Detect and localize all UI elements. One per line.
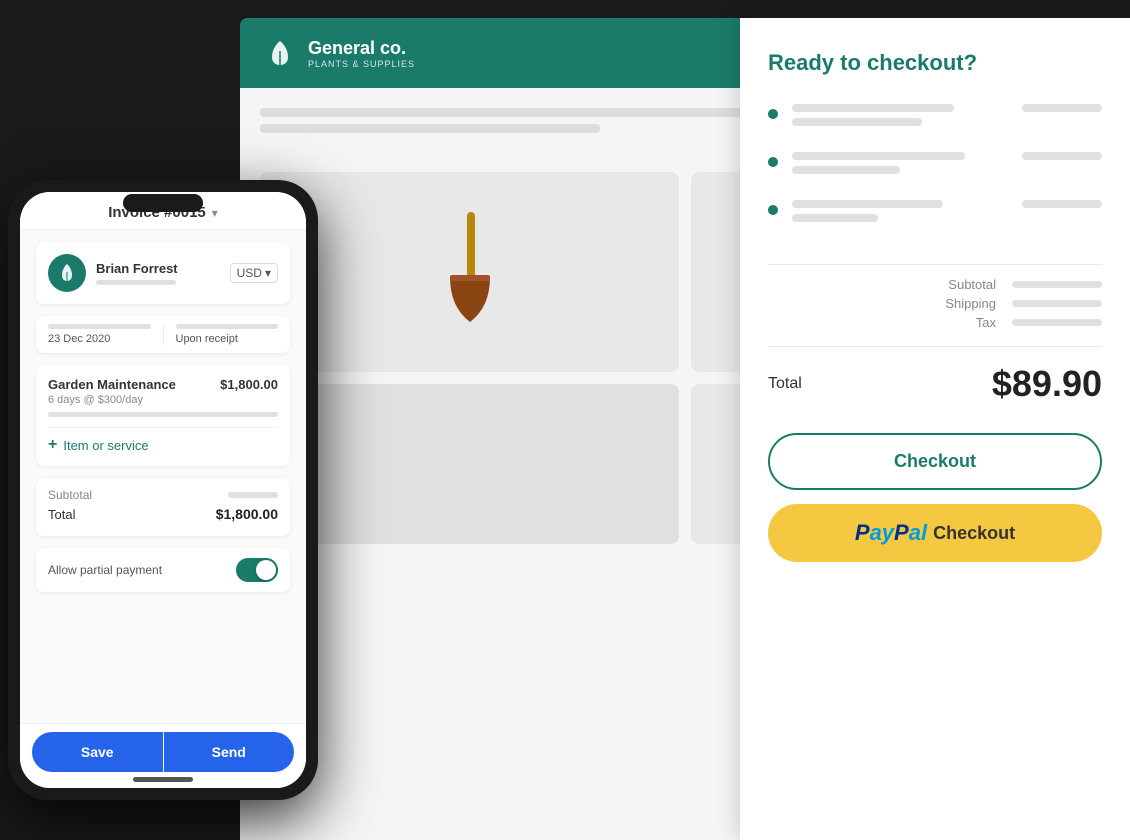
shipping-row: Shipping [945,296,1102,311]
item-dot-2 [768,157,778,167]
dates-row: 23 Dec 2020 Upon receipt [36,316,290,353]
item-dot-1 [768,109,778,119]
paypal-checkout-button[interactable]: PayPal Checkout [768,504,1102,562]
add-icon: + [48,436,57,454]
home-indicator [133,777,193,782]
content-placeholder-2 [260,124,600,133]
tax-row: Tax [976,315,1102,330]
date-block-due: Upon receipt [176,324,279,345]
item-lines-2 [792,152,1008,180]
item-lines-1 [792,104,1008,132]
date-bar-issued [48,324,151,329]
client-row: Brian Forrest USD ▾ [36,242,290,304]
total-invoice-value: $1,800.00 [216,506,278,522]
date-due: Upon receipt [176,333,279,345]
avatar-leaf-icon [56,262,78,284]
grid-card-shovel [260,172,679,372]
add-item-text: Item or service [63,438,148,453]
phone-wrapper: Invoice #0015 ▾ Brian F [8,180,318,800]
tax-label: Tax [976,315,996,330]
line-item-name: Garden Maintenance [48,377,176,392]
item-line-2b [792,166,900,174]
invoice-body[interactable]: Brian Forrest USD ▾ 23 Dec 2020 [20,230,306,723]
totals-card: Subtotal Total $1,800.00 [36,478,290,536]
subtotal-invoice-row: Subtotal [48,488,278,502]
checkout-item-1 [768,104,1102,132]
item-right-1 [1022,104,1102,112]
date-divider [163,324,164,345]
chevron-down-icon: ▾ [212,206,218,220]
subtotal-invoice-bar [228,492,278,498]
item-price-bar-3 [1022,200,1102,208]
partial-payment-toggle[interactable] [236,558,278,582]
checkout-items-section [768,104,1102,265]
phone-notch [123,194,203,212]
line-item-price: $1,800.00 [220,377,278,392]
client-left: Brian Forrest [48,254,178,292]
currency-badge[interactable]: USD ▾ [230,263,278,283]
item-dot-3 [768,205,778,215]
checkout-button[interactable]: Checkout [768,433,1102,490]
toggle-knob [256,560,276,580]
checkout-item-3 [768,200,1102,228]
app-logo: General co. PLANTS & SUPPLIES [308,38,415,69]
item-line-3b [792,214,878,222]
app-subtitle: PLANTS & SUPPLIES [308,59,415,69]
subtotal-invoice-label: Subtotal [48,488,92,502]
item-right-3 [1022,200,1102,208]
total-invoice-row: Total $1,800.00 [48,506,278,522]
app-name: General co. [308,38,415,59]
checkout-title: Ready to checkout? [768,50,1102,76]
line-item-progress [48,412,278,417]
total-invoice-label: Total [48,507,75,522]
tax-bar [1012,319,1102,326]
partial-payment-row: Allow partial payment [36,548,290,592]
phone-screen: Invoice #0015 ▾ Brian F [20,192,306,788]
paypal-checkout-text: Checkout [933,523,1015,544]
leaf-icon [264,37,296,69]
item-right-2 [1022,152,1102,160]
paypal-logo: PayPal [855,520,927,546]
phone-frame: Invoice #0015 ▾ Brian F [8,180,318,800]
item-line-1a [792,104,954,112]
shovel-svg [425,207,515,337]
subtotal-bar [1012,281,1102,288]
checkout-modal: Ready to checkout? [740,18,1130,840]
total-amount: $89.90 [992,363,1102,405]
item-price-bar-1 [1022,104,1102,112]
subtotal-row: Subtotal [948,277,1102,292]
date-block-issued: 23 Dec 2020 [48,324,151,345]
subtotal-label: Subtotal [948,277,996,292]
client-bar [96,280,176,285]
send-button[interactable]: Send [164,732,295,772]
currency-label: USD [237,266,262,280]
add-item-row[interactable]: + Item or service [48,427,278,454]
currency-chevron-icon: ▾ [265,266,271,280]
item-line-2a [792,152,965,160]
checkout-item-2 [768,152,1102,180]
shipping-bar [1012,300,1102,307]
item-price-bar-2 [1022,152,1102,160]
date-bar-due [176,324,279,329]
content-placeholder-1 [260,108,770,117]
grid-card-3 [260,384,679,544]
line-item-top: Garden Maintenance $1,800.00 [48,377,278,392]
item-line-1b [792,118,922,126]
total-label: Total [768,375,802,393]
date-issued: 23 Dec 2020 [48,333,151,345]
avatar [48,254,86,292]
item-line-3a [792,200,943,208]
line-items-card: Garden Maintenance $1,800.00 6 days @ $3… [36,365,290,466]
item-lines-3 [792,200,1008,228]
shipping-label: Shipping [945,296,996,311]
line-item-desc: 6 days @ $300/day [48,394,278,406]
checkout-total-row: Total $89.90 [768,346,1102,405]
save-button[interactable]: Save [32,732,163,772]
checkout-subtotals: Subtotal Shipping Tax [768,277,1102,330]
partial-payment-label: Allow partial payment [48,563,162,577]
client-info: Brian Forrest [96,261,178,285]
client-name: Brian Forrest [96,261,178,276]
line-item-1: Garden Maintenance $1,800.00 6 days @ $3… [48,377,278,417]
